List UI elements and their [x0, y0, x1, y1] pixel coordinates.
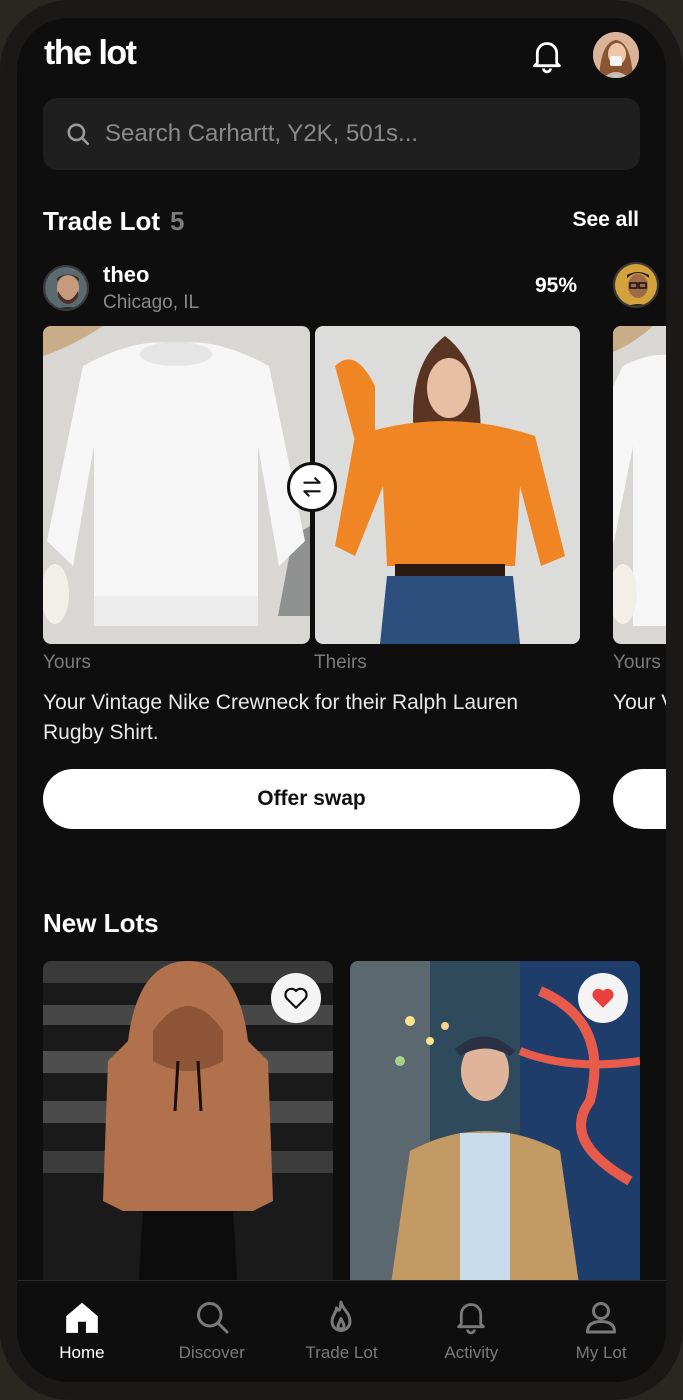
bell-icon: [533, 42, 561, 74]
user-avatar: [43, 265, 89, 311]
lot-card[interactable]: [350, 961, 640, 1291]
tab-activity[interactable]: Activity: [406, 1281, 536, 1382]
home-icon: [66, 1302, 98, 1333]
search-icon: [196, 1302, 229, 1334]
yours-item-photo[interactable]: [43, 326, 310, 644]
flame-icon: [330, 1300, 352, 1332]
trade-description: Your Vintage Nike Crewneck for their Ral…: [43, 691, 519, 744]
person-icon: [586, 1302, 617, 1334]
user-name: theo: [103, 262, 150, 287]
yours-caption: Yours: [43, 652, 91, 673]
user-location: Chicago, IL: [103, 292, 200, 313]
search-input[interactable]: [105, 120, 585, 148]
next-user-avatar[interactable]: [613, 262, 659, 308]
theirs-item-photo[interactable]: [315, 326, 580, 644]
heart-filled-icon: [592, 988, 614, 1008]
trade-lot-title: Trade Lot: [43, 206, 161, 236]
lot-card[interactable]: [43, 961, 333, 1291]
next-item-photo[interactable]: [613, 326, 666, 644]
favorite-button[interactable]: [578, 973, 628, 1023]
swap-icon: [287, 462, 337, 512]
search-icon: [67, 123, 90, 146]
next-trade-description: Your V Hood: [613, 691, 666, 714]
match-percentage: 95%: [535, 274, 578, 297]
tab-label-home: Home: [59, 1343, 105, 1362]
theirs-caption: Theirs: [314, 652, 367, 673]
notifications-button[interactable]: [527, 36, 567, 76]
offer-swap-button[interactable]: Offer swap: [43, 769, 580, 829]
tab-my-lot[interactable]: My Lot: [536, 1281, 666, 1382]
tab-label-my-lot: My Lot: [575, 1343, 627, 1362]
trade-lot-heading: Trade Lot 5: [43, 206, 184, 237]
phone-frame: the lot Trade Lot 5 See all: [0, 0, 683, 1400]
next-yours-caption: Yours: [613, 652, 661, 673]
trade-lot-count: 5: [170, 206, 185, 236]
tab-label-discover: Discover: [178, 1343, 245, 1362]
bell-icon: [457, 1303, 486, 1335]
tab-label-trade-lot: Trade Lot: [305, 1343, 378, 1362]
search-bar[interactable]: [43, 98, 640, 170]
app-screen: the lot Trade Lot 5 See all: [17, 18, 666, 1382]
tab-label-activity: Activity: [444, 1343, 499, 1362]
next-offer-swap-button[interactable]: [613, 769, 666, 829]
app-logo: the lot: [44, 34, 137, 72]
tab-home[interactable]: Home: [17, 1281, 147, 1382]
favorite-button[interactable]: [271, 973, 321, 1023]
bottom-nav: Home Discover Trade Lot Activity My Lot: [17, 1280, 666, 1382]
profile-avatar[interactable]: [593, 32, 639, 78]
trade-user[interactable]: theo Chicago, IL: [43, 262, 199, 314]
new-lots-title: New Lots: [43, 908, 159, 938]
tab-discover[interactable]: Discover: [147, 1281, 277, 1382]
tab-trade-lot[interactable]: Trade Lot: [277, 1281, 407, 1382]
heart-outline-icon: [284, 987, 308, 1009]
see-all-link[interactable]: See all: [572, 208, 639, 232]
